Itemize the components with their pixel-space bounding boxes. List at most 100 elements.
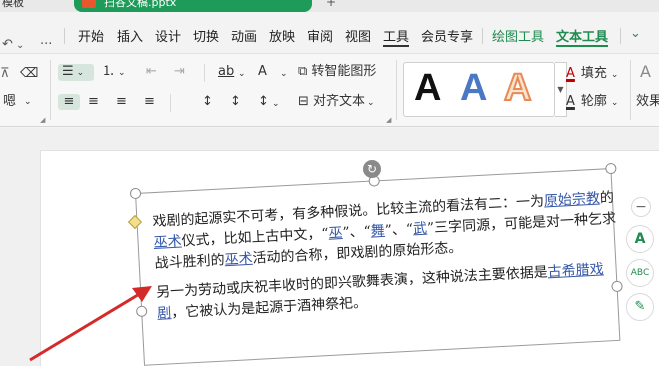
menu-design[interactable]: 设计 <box>155 26 181 45</box>
tab-previous-document[interactable]: 模板 <box>0 0 60 9</box>
ribbon-separator <box>204 64 205 82</box>
wordart-style-orange[interactable]: A <box>503 66 532 110</box>
numbering-button[interactable]: ⒈ ⌄ <box>102 64 126 81</box>
pptx-file-icon <box>82 0 96 8</box>
tab-active-title: 扫谷文稿.pptx <box>104 0 177 9</box>
text-style-icon[interactable]: A <box>626 225 654 253</box>
align-text-button[interactable]: ⊟ 对齐文本 ⌄ <box>298 94 375 111</box>
convert-smartart-button[interactable]: ⧉ 转智能图形 <box>298 64 376 80</box>
hyperlink[interactable]: 武 <box>413 221 428 238</box>
menu-drawing-tools[interactable]: 绘图工具 <box>492 26 544 45</box>
arrow-shaft <box>29 288 147 362</box>
menu-review[interactable]: 审阅 <box>307 26 333 45</box>
bullets-button[interactable]: ☰ ⌄ <box>58 64 94 81</box>
phonetic-dropdown-icon[interactable]: ⌄ <box>24 94 32 110</box>
text-fill-icon: A <box>566 66 575 81</box>
text-direction-icon[interactable]: A <box>258 64 267 80</box>
paragraph-dialog-launcher-icon[interactable]: ◢ <box>386 116 391 124</box>
phonetic-guide-button[interactable]: 嗯 <box>3 94 16 110</box>
menu-slideshow[interactable]: 放映 <box>269 26 295 45</box>
text-run: ”、“ <box>342 223 372 242</box>
ribbon-text-tools: ⊼ ⌫ 嗯 ⌄ ◢ ☰ ⌄ ⒈ ⌄ ⇤ ⇥ ab ⌄ A ⌄ ⧉ 转智能图形 ≡ ≡… <box>0 53 659 127</box>
text-fill-label: 填充 <box>580 66 607 81</box>
decrease-indent-icon[interactable]: ⇤ <box>146 64 157 80</box>
align-left-button[interactable]: ≡ <box>58 94 80 110</box>
text-run: ”、“ <box>384 221 414 239</box>
font-dialog-launcher-icon[interactable]: ◢ <box>40 116 45 124</box>
smartart-icon: ⧉ <box>298 64 312 79</box>
align-right-button[interactable]: ≡ <box>116 94 127 110</box>
text-effect-icon[interactable]: A <box>640 64 651 80</box>
shape-style-icon[interactable]: ✎ <box>626 293 654 321</box>
rotate-handle-icon[interactable]: ↻ <box>363 160 381 178</box>
text-run: 的 <box>599 189 615 207</box>
collapse-toolbar-icon[interactable]: − <box>631 197 651 217</box>
convert-smartart-label: 转智能图形 <box>311 64 377 79</box>
align-text-dropdown-icon: ⌄ <box>367 98 375 108</box>
menu-separator <box>620 28 621 44</box>
text-run: 仪式，比如上古中文，“ <box>181 225 329 250</box>
collapse-ribbon-icon[interactable]: ⌄ <box>630 26 641 41</box>
font-size-decrease-icon[interactable]: ⊼ <box>0 66 10 82</box>
increase-indent-icon[interactable]: ⇥ <box>174 64 185 80</box>
justify-button[interactable]: ≡ <box>144 94 155 110</box>
text-direction-dropdown-icon[interactable]: ⌄ <box>280 66 288 82</box>
menu-separator <box>482 28 483 44</box>
clear-format-icon[interactable]: ⌫ <box>20 66 38 82</box>
menu-tools[interactable]: 工具 <box>383 26 409 45</box>
undo-dropdown-icon[interactable]: ⌄ <box>16 40 24 51</box>
menu-separator <box>64 28 65 44</box>
red-arrow-annotation <box>29 286 152 362</box>
menu-text-tools[interactable]: 文本工具 <box>556 26 608 45</box>
ribbon-separator <box>170 94 171 112</box>
menu-transitions[interactable]: 切换 <box>193 26 219 45</box>
char-spacing-icon[interactable]: ab <box>218 64 234 80</box>
text-outline-dropdown-icon: ⌄ <box>610 98 619 108</box>
ribbon-separator <box>50 60 51 120</box>
numbering-icon: ⒈ <box>102 64 116 79</box>
text-outline-label: 轮廓 <box>580 94 607 109</box>
text-fill-dropdown-icon: ⌄ <box>610 70 619 80</box>
align-text-icon: ⊟ <box>298 94 314 109</box>
floating-side-toolbar: − A ABC ✎ <box>626 193 656 323</box>
text-outline-button[interactable]: A 轮廓 ⌄ <box>566 94 618 111</box>
numbering-dropdown-icon[interactable]: ⌄ <box>118 68 126 78</box>
line-spacing-icon[interactable]: ↕ <box>202 94 213 110</box>
menu-view[interactable]: 视图 <box>345 26 371 45</box>
more-commands-icon[interactable]: ··· <box>40 37 52 52</box>
hyperlink[interactable]: 巫术 <box>224 251 253 268</box>
line-spacing-options-icon[interactable]: ↕ <box>258 94 269 110</box>
resize-handle-top-left[interactable] <box>129 187 142 200</box>
menu-tools-underline <box>383 45 409 47</box>
wordart-style-gallery[interactable]: A A A <box>403 62 555 117</box>
char-spacing-dropdown-icon[interactable]: ⌄ <box>238 66 246 82</box>
hyperlink[interactable]: 舞 <box>370 223 385 240</box>
align-center-button[interactable]: ≡ <box>88 94 99 110</box>
paragraph-spacing-icon[interactable]: ↕ <box>230 94 241 110</box>
menu-home[interactable]: 开始 <box>78 26 104 45</box>
wordart-style-black[interactable]: A <box>414 66 441 110</box>
hyperlink[interactable]: 原始宗教 <box>544 191 601 210</box>
undo-icon[interactable]: ↶ <box>2 37 13 52</box>
new-tab-button[interactable]: + <box>326 0 338 8</box>
ribbon-separator <box>396 60 397 120</box>
bullets-icon: ☰ <box>62 64 74 79</box>
line-spacing-dropdown-icon[interactable]: ⌄ <box>272 96 280 112</box>
bullets-dropdown-icon[interactable]: ⌄ <box>77 68 85 78</box>
hyperlink[interactable]: 巫术 <box>153 234 182 251</box>
tab-active-document[interactable]: 扫谷文稿.pptx <box>74 0 312 12</box>
align-text-label: 对齐文本 <box>313 94 366 109</box>
ribbon-separator <box>630 60 631 120</box>
menu-animations[interactable]: 动画 <box>231 26 257 45</box>
text-outline-icon: A <box>566 94 575 109</box>
text-fill-button[interactable]: A 填充 ⌄ <box>566 66 618 83</box>
menu-member[interactable]: 会员专享 <box>421 26 473 45</box>
arrow-head <box>132 286 152 302</box>
menu-bar: ↶ ⌄ ··· 开始 插入 设计 切换 动画 放映 审阅 视图 工具 会员专享 … <box>0 12 659 53</box>
wordart-style-blue[interactable]: A <box>460 66 487 110</box>
hyperlink[interactable]: 巫 <box>328 225 343 242</box>
text-effect-label[interactable]: 效果 <box>636 94 659 110</box>
spell-check-icon[interactable]: ABC <box>626 259 654 287</box>
menu-text-tools-underline <box>556 45 608 47</box>
menu-insert[interactable]: 插入 <box>117 26 143 45</box>
